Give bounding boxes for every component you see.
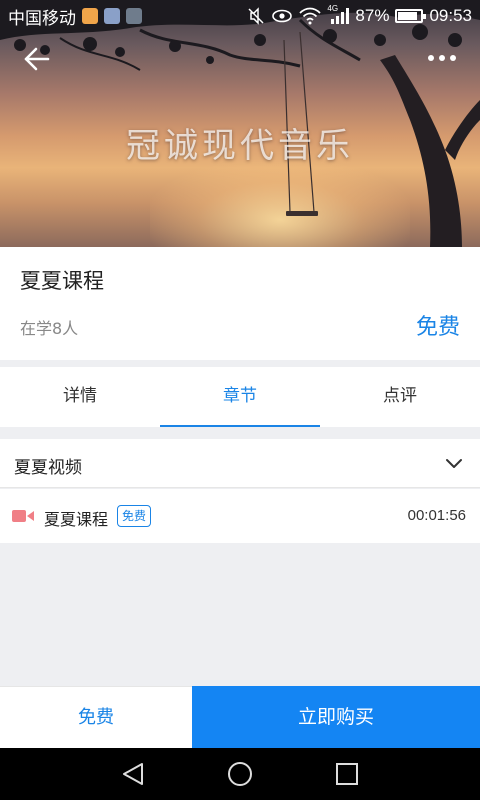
banner-title: 冠诚现代音乐 [126, 126, 354, 166]
chapter-header[interactable]: 夏夏视频 [0, 439, 480, 488]
tab-bar: 详情 章节 点评 [0, 367, 480, 427]
battery-icon [395, 9, 427, 23]
free-button[interactable]: 免费 [0, 686, 192, 748]
notification-app-icon [82, 8, 98, 24]
buy-now-button[interactable]: 立即购买 [192, 686, 480, 748]
wifi-icon [299, 7, 322, 25]
nav-recents-icon[interactable] [334, 761, 360, 787]
mute-icon [248, 7, 264, 25]
video-camera-icon [12, 510, 34, 522]
clock: 09:53 [429, 6, 472, 25]
bottom-action-bar: 免费 立即购买 [0, 686, 480, 748]
tab-reviews[interactable]: 点评 [320, 367, 480, 427]
notification-app-icon [104, 8, 120, 24]
tab-chapters[interactable]: 章节 [160, 367, 320, 427]
chevron-down-icon[interactable] [444, 454, 464, 474]
lesson-duration: 00:01:56 [407, 507, 466, 524]
nav-home-icon[interactable] [227, 761, 253, 787]
back-arrow-icon[interactable] [22, 44, 52, 74]
notification-image-icon [126, 8, 142, 24]
status-bar: 中国移动 4G 87% 09:53 [0, 0, 480, 32]
tab-details[interactable]: 详情 [0, 367, 160, 427]
chapter-name: 夏夏视频 [14, 458, 82, 478]
more-options-icon[interactable] [428, 48, 462, 68]
carrier-label: 中国移动 [8, 8, 76, 28]
lesson-row[interactable]: 夏夏课程 免费 00:01:56 [0, 489, 480, 543]
system-nav-bar [0, 748, 480, 800]
free-badge: 免费 [117, 505, 152, 527]
course-banner: 冠诚现代音乐 [0, 0, 480, 247]
battery-percent: 87% [355, 6, 390, 25]
course-info-card: 夏夏课程 在学8人 免费 [0, 247, 480, 360]
eye-icon [272, 9, 293, 23]
lesson-title: 夏夏课程 [44, 510, 109, 529]
course-title: 夏夏课程 [20, 269, 104, 293]
signal-icon: 4G [327, 4, 350, 25]
nav-back-icon[interactable] [120, 761, 146, 787]
learner-count: 在学8人 [20, 319, 79, 338]
course-price: 免费 [415, 315, 460, 340]
